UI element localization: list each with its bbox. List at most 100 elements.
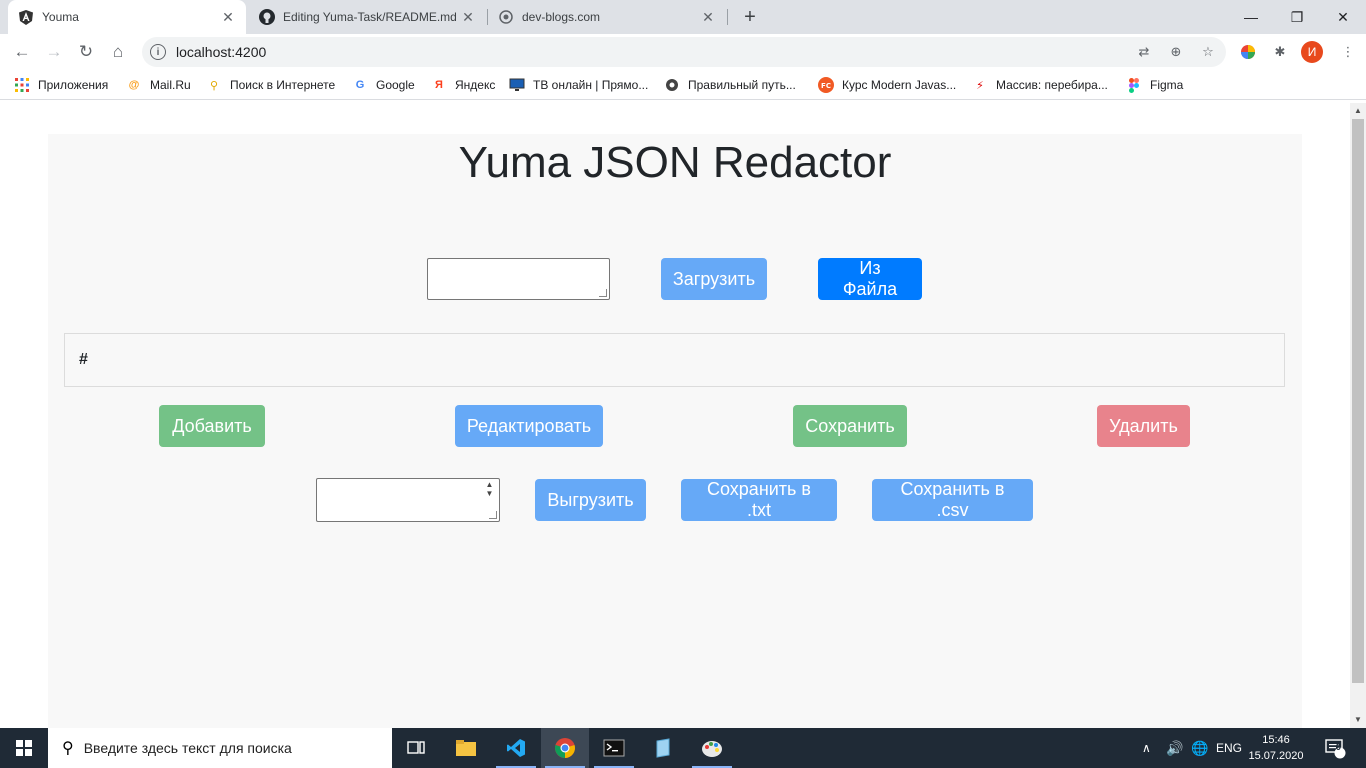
address-bar[interactable]: i localhost:4200 ⇄ ⊕ ☆ — [142, 37, 1226, 67]
terminal-icon[interactable] — [590, 728, 638, 768]
load-button[interactable]: Загрузить — [661, 258, 767, 300]
info-icon[interactable]: i — [150, 44, 166, 60]
translate-icon[interactable]: ⇄ — [1134, 42, 1154, 62]
json-input-textarea[interactable] — [427, 258, 610, 300]
save-csv-button[interactable]: Сохранить в .csv — [872, 479, 1033, 521]
task-view-icon[interactable] — [392, 728, 440, 768]
search-icon: ⚲ — [62, 740, 74, 757]
notifications-icon[interactable]: 9 — [1324, 728, 1346, 768]
url-text: localhost:4200 — [176, 44, 267, 60]
bookmark-js-course[interactable]: FC Курс Modern Javas... — [818, 76, 956, 94]
tab-title: dev-blogs.com — [522, 10, 601, 24]
edit-button[interactable]: Редактировать — [455, 405, 603, 447]
save-txt-button[interactable]: Сохранить в .txt — [681, 479, 837, 521]
svg-text:FC: FC — [821, 82, 831, 90]
tab-title: Editing Yuma-Task/README.md at — [283, 10, 460, 24]
scrollbar-thumb[interactable] — [1352, 119, 1364, 683]
close-icon[interactable]: ✕ — [700, 9, 716, 26]
language-indicator[interactable]: ENG — [1216, 728, 1242, 768]
bookmark-figma[interactable]: Figma — [1126, 76, 1183, 94]
bookmark-array[interactable]: ⚡ Массив: перебира... — [972, 76, 1108, 94]
zoom-icon[interactable]: ⊕ — [1166, 42, 1186, 62]
github-icon — [259, 9, 275, 25]
export-button[interactable]: Выгрузить — [535, 479, 646, 521]
page-title: Yuma JSON Redactor — [458, 138, 892, 187]
clock-time: 15:46 — [1262, 734, 1290, 746]
monitor-icon — [509, 77, 525, 93]
close-icon[interactable]: ✕ — [220, 9, 236, 26]
bookmark-mailru[interactable]: @ Mail.Ru — [126, 76, 191, 94]
home-icon[interactable]: ⌂ — [104, 38, 132, 66]
save-button[interactable]: Сохранить — [793, 405, 907, 447]
browser-chrome: Youma ✕ Editing Yuma-Task/README.md at ✕… — [0, 0, 1366, 103]
new-tab-icon[interactable]: + — [738, 5, 762, 29]
bookmark-search[interactable]: ⚲ Поиск в Интернете — [206, 76, 335, 94]
bookmark-label: ТВ онлайн | Прямо... — [533, 78, 649, 92]
bookmark-label: Приложения — [38, 78, 109, 92]
chrome-icon[interactable] — [541, 728, 589, 768]
list-header: # — [79, 351, 88, 368]
tab-title: Youma — [42, 10, 79, 24]
color-wheel-icon[interactable] — [1238, 42, 1258, 62]
delete-button[interactable]: Удалить — [1097, 405, 1190, 447]
bookmark-google[interactable]: G Google — [352, 76, 415, 94]
mail-icon: @ — [128, 79, 140, 91]
bookmark-tv[interactable]: ТВ онлайн | Прямо... — [509, 76, 648, 94]
arrow-up-icon[interactable]: ▲ — [486, 480, 494, 489]
menu-icon[interactable]: ⋮ — [1338, 42, 1358, 62]
maximize-icon[interactable]: ❐ — [1274, 0, 1320, 34]
extensions-icon[interactable]: ✱ — [1270, 42, 1290, 62]
app-container: Yuma JSON Redactor Загрузить Из Файла # … — [48, 134, 1302, 728]
clock-date: 15.07.2020 — [1248, 750, 1304, 762]
search-input: Введите здесь текст для поиска — [83, 740, 292, 756]
resize-handle-icon[interactable] — [599, 289, 607, 297]
output-textarea[interactable]: ▲ ▼ — [316, 478, 500, 522]
bookmark-apps[interactable]: Приложения — [14, 76, 108, 94]
resize-handle-icon[interactable] — [489, 511, 497, 519]
close-window-icon[interactable]: ✕ — [1320, 0, 1366, 34]
yandex-icon: Я — [435, 79, 443, 91]
notifications-count: 9 — [1336, 742, 1342, 752]
notepad-icon[interactable] — [639, 728, 687, 768]
vscode-icon[interactable] — [492, 728, 540, 768]
page-viewport: Yuma JSON Redactor Загрузить Из Файла # … — [0, 103, 1350, 728]
taskbar-search[interactable]: ⚲ Введите здесь текст для поиска — [48, 728, 392, 768]
from-file-button[interactable]: Из Файла — [818, 258, 922, 300]
bookmark-label: Курс Modern Javas... — [842, 78, 957, 92]
reload-icon[interactable]: ↻ — [72, 38, 100, 66]
page-scrollbar[interactable]: ▲ ▼ — [1350, 103, 1366, 728]
star-icon[interactable]: ☆ — [1198, 42, 1218, 62]
figma-icon — [1126, 77, 1142, 93]
add-button[interactable]: Добавить — [159, 405, 265, 447]
avatar[interactable]: И — [1301, 41, 1323, 63]
bookmark-right-path[interactable]: Правильный путь... — [664, 76, 796, 94]
search-icon: ⚲ — [209, 79, 219, 92]
tab-youma[interactable]: Youma ✕ — [8, 0, 246, 34]
bookmark-label: Яндекс — [455, 78, 496, 92]
arrow-down-icon[interactable]: ▼ — [1354, 715, 1362, 724]
globe-icon — [498, 9, 514, 25]
arrow-down-icon[interactable]: ▼ — [486, 489, 494, 498]
bookmark-label: Google — [376, 78, 415, 92]
back-arrow-icon[interactable]: ← — [8, 38, 36, 66]
browser-toolbar: ← → ↻ ⌂ i localhost:4200 ⇄ ⊕ ☆ ✱ И ⋮ — [0, 34, 1366, 70]
arrow-up-icon[interactable]: ▲ — [1354, 106, 1362, 115]
taskbar: ⚲ Введите здесь текст для поиска ∧ 🔊 🌐 E… — [0, 728, 1366, 768]
tab-strip: Youma ✕ Editing Yuma-Task/README.md at ✕… — [0, 0, 1366, 34]
tray-show-hidden-icon[interactable]: ∧ — [1142, 728, 1151, 768]
clock[interactable]: 15:46 15.07.2020 — [1248, 732, 1304, 764]
apps-grid-icon — [14, 77, 30, 93]
close-icon[interactable]: ✕ — [460, 9, 476, 26]
forward-arrow-icon[interactable]: → — [40, 38, 68, 66]
windows-start-icon[interactable] — [0, 728, 48, 768]
minimize-icon[interactable]: — — [1228, 0, 1274, 34]
bookmark-label: Mail.Ru — [150, 78, 191, 92]
network-globe-icon[interactable]: 🌐 — [1191, 728, 1208, 768]
bookmark-yandex[interactable]: Я Яндекс — [431, 76, 495, 94]
file-explorer-icon[interactable] — [442, 728, 490, 768]
tab-dev-blogs[interactable]: dev-blogs.com ✕ — [488, 0, 726, 34]
tab-github[interactable]: Editing Yuma-Task/README.md at ✕ — [249, 0, 486, 34]
paint-icon[interactable] — [688, 728, 736, 768]
bookmarks-bar: Приложения @ Mail.Ru ⚲ Поиск в Интернете… — [0, 70, 1366, 100]
volume-icon[interactable]: 🔊 — [1166, 728, 1183, 768]
